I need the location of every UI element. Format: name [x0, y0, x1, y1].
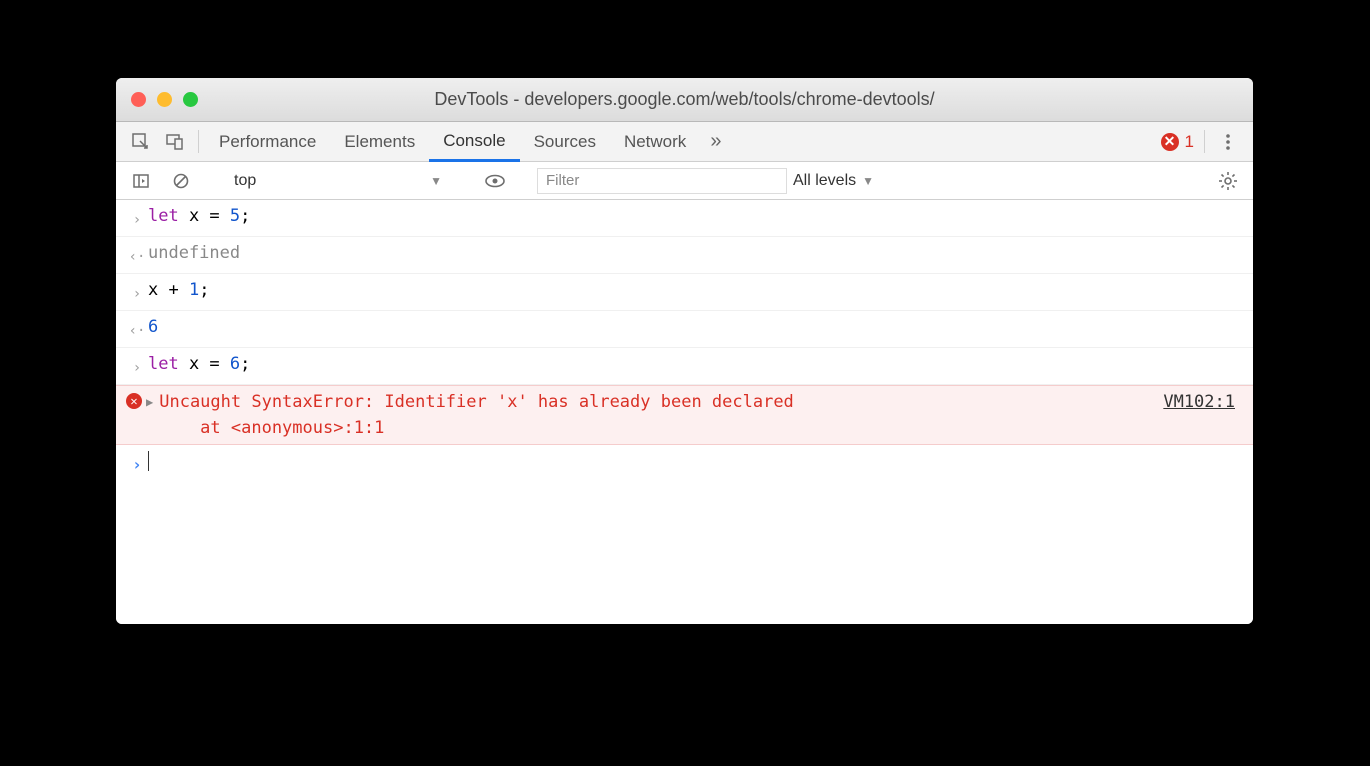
console-result: 6 — [148, 314, 1239, 340]
prompt-chevron-icon: › — [126, 448, 148, 478]
clear-console-icon[interactable] — [164, 172, 198, 190]
expand-triangle-icon[interactable]: ▶ — [144, 389, 159, 415]
window-traffic-lights — [116, 92, 198, 107]
tab-sources[interactable]: Sources — [520, 122, 610, 161]
chevron-down-icon: ▼ — [862, 174, 874, 188]
minimize-window-button[interactable] — [157, 92, 172, 107]
console-code: let x = 5; — [148, 203, 1239, 229]
levels-label: All levels — [793, 172, 856, 190]
console-input-row: › x + 1; — [116, 274, 1253, 311]
console-prompt-input[interactable] — [148, 448, 1239, 474]
console-error-row: ✕ ▶ Uncaught SyntaxError: Identifier 'x'… — [116, 385, 1253, 445]
error-source-link[interactable]: VM102:1 — [1163, 389, 1239, 415]
devtools-main-toolbar: Performance Elements Console Sources Net… — [116, 122, 1253, 162]
kebab-menu-icon[interactable] — [1211, 122, 1245, 161]
error-count: 1 — [1185, 132, 1194, 152]
filter-input[interactable] — [537, 168, 787, 194]
live-expression-icon[interactable] — [478, 173, 512, 189]
close-window-button[interactable] — [131, 92, 146, 107]
tab-network[interactable]: Network — [610, 122, 700, 161]
error-icon: ✕ — [1161, 133, 1179, 151]
return-chevron-icon: ‹· — [126, 240, 148, 270]
input-chevron-icon: › — [126, 203, 148, 233]
inspect-element-icon[interactable] — [124, 122, 158, 161]
more-tabs-icon[interactable]: » — [700, 122, 731, 161]
console-input-row: › let x = 6; — [116, 348, 1253, 385]
console-result: undefined — [148, 240, 1239, 266]
zoom-window-button[interactable] — [183, 92, 198, 107]
titlebar: DevTools - developers.google.com/web/too… — [116, 78, 1253, 122]
console-toolbar: top ▼ All levels ▼ — [116, 162, 1253, 200]
error-icon: ✕ — [126, 389, 144, 409]
console-code: let x = 6; — [148, 351, 1239, 377]
sidebar-toggle-icon[interactable] — [124, 172, 158, 190]
console-output[interactable]: › let x = 5; ‹· undefined › x + 1; ‹· 6 … — [116, 200, 1253, 624]
console-prompt-row[interactable]: › — [116, 445, 1253, 481]
console-code: x + 1; — [148, 277, 1239, 303]
console-settings-icon[interactable] — [1211, 171, 1245, 191]
tab-console[interactable]: Console — [429, 122, 519, 162]
input-chevron-icon: › — [126, 277, 148, 307]
devtools-window: DevTools - developers.google.com/web/too… — [116, 78, 1253, 624]
chevron-down-icon: ▼ — [430, 174, 442, 188]
console-return-row: ‹· undefined — [116, 237, 1253, 274]
console-return-row: ‹· 6 — [116, 311, 1253, 348]
device-toolbar-icon[interactable] — [158, 122, 192, 161]
console-input-row: › let x = 5; — [116, 200, 1253, 237]
context-label: top — [234, 172, 256, 190]
error-count-badge[interactable]: ✕ 1 — [1161, 122, 1198, 161]
log-levels-selector[interactable]: All levels ▼ — [793, 172, 874, 190]
window-title: DevTools - developers.google.com/web/too… — [116, 89, 1253, 110]
error-message: Uncaught SyntaxError: Identifier 'x' has… — [159, 389, 1163, 441]
tab-elements[interactable]: Elements — [330, 122, 429, 161]
separator — [1204, 130, 1205, 153]
input-chevron-icon: › — [126, 351, 148, 381]
return-chevron-icon: ‹· — [126, 314, 148, 344]
context-selector[interactable]: top ▼ — [223, 168, 453, 194]
tab-performance[interactable]: Performance — [205, 122, 330, 161]
separator — [198, 130, 199, 153]
